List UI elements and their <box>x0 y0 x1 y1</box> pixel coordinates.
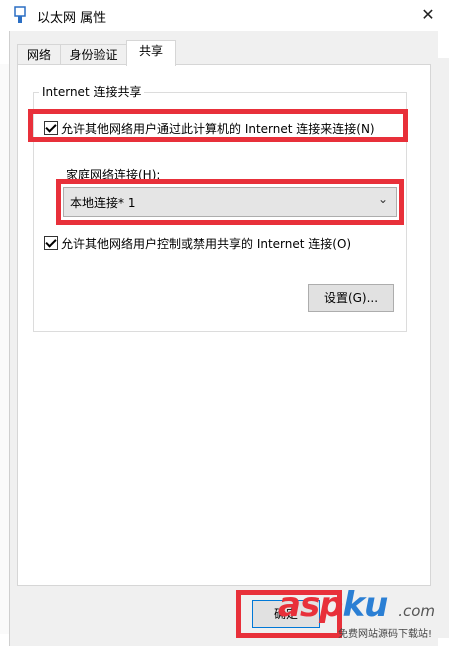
close-button[interactable]: ✕ <box>415 3 441 27</box>
close-icon: ✕ <box>421 5 435 24</box>
watermark-logo: aspku .com 免费网站源码下载站! <box>278 585 436 640</box>
tab-label: 共享 <box>138 44 163 58</box>
watermark-ku: ku <box>342 585 389 625</box>
settings-button[interactable]: 设置(G)... <box>308 284 394 312</box>
home-network-label: 家庭网络连接(H): <box>66 168 161 182</box>
allow-share-label: 允许其他网络用户通过此计算机的 Internet 连接来连接(N) <box>61 122 375 136</box>
allow-control-checkbox[interactable] <box>44 236 58 250</box>
tab-sharing[interactable]: 共享 <box>126 40 176 66</box>
home-network-select[interactable]: 本地连接* 1 ⌄ <box>63 187 397 217</box>
tab-authentication[interactable]: 身份验证 <box>60 44 127 66</box>
watermark-subtitle: 免费网站源码下载站! <box>338 629 433 640</box>
allow-control-label: 允许其他网络用户控制或禁用共享的 Internet 连接(O) <box>61 237 352 251</box>
chevron-down-icon: ⌄ <box>377 192 388 206</box>
watermark-asp: asp <box>278 585 344 625</box>
tab-label: 身份验证 <box>69 48 118 62</box>
title-bar: 以太网 属性 ✕ <box>0 0 449 31</box>
watermark-com: .com <box>398 602 436 620</box>
tab-network[interactable]: 网络 <box>17 44 61 66</box>
tab-label: 网络 <box>26 48 51 62</box>
network-adapter-icon <box>14 6 26 23</box>
home-network-value: 本地连接* 1 <box>70 196 136 210</box>
allow-share-checkbox[interactable] <box>44 121 58 135</box>
window-title: 以太网 属性 <box>37 11 107 26</box>
ics-group-title: Internet 连接共享 <box>39 83 145 100</box>
